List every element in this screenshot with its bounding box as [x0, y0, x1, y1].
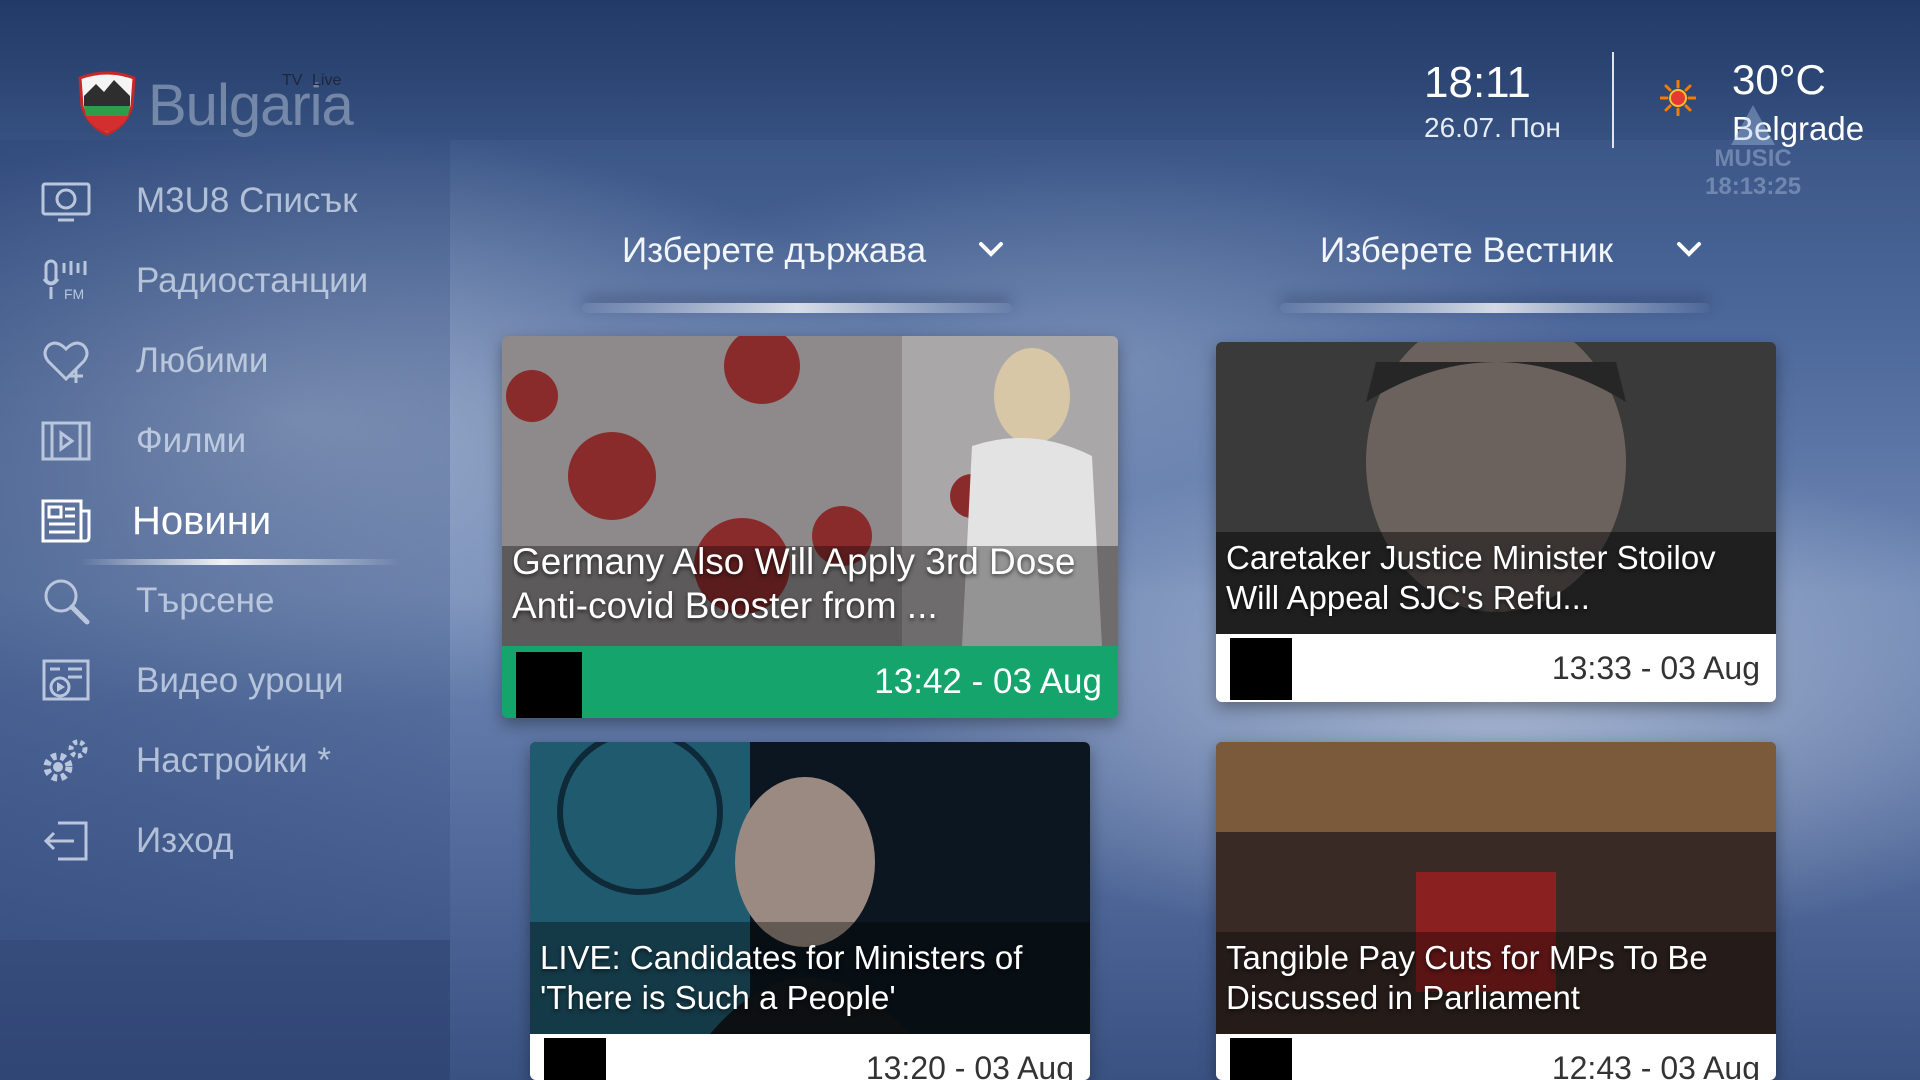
sidebar-item-movies[interactable]: Филми [0, 405, 440, 477]
news-card[interactable]: LIVE: Candidates for Ministers of 'There… [530, 742, 1090, 1080]
news-card[interactable]: Tangible Pay Cuts for MPs To Be Discusse… [1216, 742, 1776, 1080]
news-timestamp: 13:33 - 03 Aug [1551, 650, 1760, 686]
sidebar-item-label: Търсене [136, 581, 275, 620]
news-title: Tangible Pay Cuts for MPs To Be Discusse… [1226, 939, 1708, 1016]
sidebar-item-settings[interactable]: Настройки * [0, 725, 440, 797]
sidebar-item-label: Новини [132, 498, 272, 543]
sidebar-item-label: M3U8 Списък [136, 181, 358, 220]
sidebar-item-video-lessons[interactable]: Видео уроци [0, 645, 440, 717]
sidebar-item-exit[interactable]: Изход [0, 805, 440, 877]
country-dropdown-label: Изберете държава [622, 231, 927, 270]
playlist-icon [41, 182, 91, 222]
watermark-time: 18:13:25 [1705, 173, 1802, 200]
sidebar-item-radio[interactable]: FM Радиостанции [0, 245, 440, 317]
logo-live: Live [312, 72, 342, 89]
newspaper-dropdown-label: Изберете Вестник [1320, 231, 1614, 270]
bulgaria-shield-icon [78, 71, 136, 136]
news-footer: 12:43 - 03 Aug [1216, 1034, 1776, 1080]
settings-icon [43, 739, 88, 782]
sidebar-item-label: Радиостанции [136, 261, 369, 300]
sidebar-item-label: Филми [136, 421, 247, 460]
sidebar-item-label: Видео уроци [136, 661, 344, 700]
channel-watermark: MUSIC 18:13:25 [1705, 105, 1801, 201]
film-icon [41, 421, 91, 461]
news-footer: 13:33 - 03 Aug [1216, 634, 1776, 702]
news-icon [41, 499, 91, 543]
news-title: Germany Also Will Apply 3rd Dose Anti-co… [512, 541, 1076, 627]
clock-time: 18:11 [1424, 58, 1531, 107]
search-icon [44, 579, 90, 625]
header-divider [1612, 52, 1614, 148]
sidebar-item-label: Любими [136, 341, 269, 380]
news-title: LIVE: Candidates for Ministers of 'There… [540, 939, 1023, 1016]
chevron-down-icon [979, 242, 1003, 257]
news-footer: 13:20 - 03 Aug [530, 1034, 1090, 1080]
source-logo [1230, 638, 1292, 700]
watermark-logo-icon [1731, 105, 1776, 145]
sidebar-item-label: Изход [136, 821, 234, 860]
video-lessons-icon [42, 659, 90, 701]
news-footer: 13:42 - 03 Aug [502, 646, 1118, 718]
weather-temperature: 30°C [1732, 56, 1826, 103]
clock-date: 26.07. Пон [1424, 112, 1561, 143]
country-dropdown[interactable]: Изберете държава [562, 225, 1032, 313]
sidebar-item-news[interactable]: Новини [0, 485, 440, 565]
news-timestamp: 12:43 - 03 Aug [1551, 1050, 1760, 1080]
news-timestamp: 13:42 - 03 Aug [874, 662, 1102, 701]
app-logo: Bulgaria TV Live [76, 68, 376, 138]
clock: 18:11 26.07. Пон [1424, 58, 1561, 144]
sidebar-item-search[interactable]: Търсене [0, 565, 440, 637]
sidebar-footer [0, 940, 450, 1080]
dropdown-underline [1280, 303, 1710, 313]
news-timestamp: 13:20 - 03 Aug [865, 1050, 1074, 1080]
logo-tv: TV [282, 72, 303, 89]
radio-icon: FM [42, 259, 87, 302]
chevron-down-icon [1677, 242, 1701, 257]
news-card[interactable]: Germany Also Will Apply 3rd Dose Anti-co… [502, 336, 1118, 718]
source-logo [516, 652, 582, 718]
watermark-label: MUSIC [1714, 145, 1792, 172]
sidebar-item-label: Настройки * [136, 741, 331, 780]
heart-icon [43, 341, 89, 383]
sun-icon [1660, 80, 1696, 116]
sidebar-item-favorites[interactable]: Любими [0, 325, 440, 397]
sidebar-item-m3u8[interactable]: M3U8 Списък [0, 165, 440, 237]
newspaper-dropdown[interactable]: Изберете Вестник [1260, 225, 1730, 313]
dropdown-underline [582, 303, 1012, 313]
news-title: Caretaker Justice Minister Stoilov Will … [1226, 539, 1716, 616]
svg-text:FM: FM [64, 286, 84, 302]
exit-icon [43, 821, 88, 861]
source-logo [544, 1038, 606, 1080]
source-logo [1230, 1038, 1292, 1080]
news-card[interactable]: Caretaker Justice Minister Stoilov Will … [1216, 342, 1776, 702]
